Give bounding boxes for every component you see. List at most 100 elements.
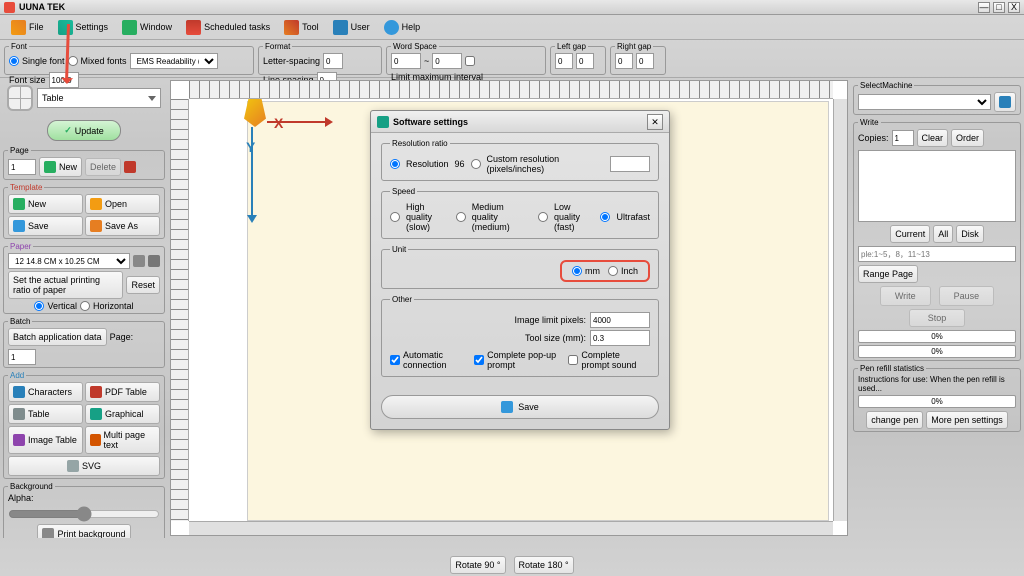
help-icon	[384, 20, 399, 35]
page-delete-button[interactable]: Delete	[85, 158, 121, 176]
high-quality-radio[interactable]	[390, 212, 400, 222]
close-button[interactable]: X	[1008, 2, 1020, 13]
tool-size-input[interactable]	[590, 330, 650, 346]
font-group: Font Single font Mixed fonts EMS Readabi…	[4, 42, 254, 75]
add-image-button[interactable]: Image Table	[8, 426, 83, 454]
custom-resolution-radio[interactable]	[471, 159, 481, 169]
update-button[interactable]: ✓Update	[47, 120, 121, 141]
single-font-radio[interactable]	[9, 56, 19, 66]
maximize-button[interactable]: □	[993, 2, 1005, 13]
template-open-button[interactable]: Open	[85, 194, 160, 214]
clear-button[interactable]: Clear	[917, 129, 949, 147]
print-background-button[interactable]: Print background	[37, 524, 130, 538]
rightgap-b-input[interactable]	[636, 53, 654, 69]
vertical-scrollbar[interactable]	[833, 99, 847, 521]
trash-icon[interactable]	[148, 255, 160, 267]
new-icon	[13, 198, 25, 210]
rotate-180-button[interactable]: Rotate 180 °	[514, 556, 574, 574]
image-limit-input[interactable]	[590, 312, 650, 328]
set-ratio-button[interactable]: Set the actual printing ratio of paper	[8, 271, 123, 299]
machine-settings-button[interactable]	[994, 92, 1016, 112]
page-new-button[interactable]: New	[39, 157, 82, 177]
template-save-button[interactable]: Save	[8, 216, 83, 236]
current-button[interactable]: Current	[890, 225, 930, 243]
change-pen-button[interactable]: change pen	[866, 411, 923, 429]
menu-scheduled[interactable]: Scheduled tasks	[181, 18, 275, 37]
template-saveas-button[interactable]: Save As	[85, 216, 160, 236]
add-multipage-button[interactable]: Multi page text	[85, 426, 160, 454]
rightgap-a-input[interactable]	[615, 53, 633, 69]
dialog-titlebar[interactable]: Software settings ✕	[371, 111, 669, 133]
batch-page-input[interactable]	[8, 349, 36, 365]
limit-max-interval-check[interactable]	[465, 56, 475, 66]
wordspace-max-input[interactable]	[432, 53, 462, 69]
menu-settings[interactable]: Settings	[53, 18, 114, 37]
menu-help[interactable]: Help	[379, 18, 426, 37]
all-button[interactable]: All	[933, 225, 953, 243]
minimize-button[interactable]: —	[978, 2, 990, 13]
range-input[interactable]	[858, 246, 1016, 262]
add-pdf-button[interactable]: PDF Table	[85, 382, 160, 402]
vertical-ruler[interactable]	[171, 99, 189, 521]
options-band: Font Single font Mixed fonts EMS Readabi…	[0, 40, 1024, 78]
ultrafast-radio[interactable]	[600, 212, 610, 222]
gear-icon[interactable]	[133, 255, 145, 267]
horizontal-scrollbar[interactable]	[189, 521, 833, 535]
range-page-button[interactable]: Range Page	[858, 265, 918, 283]
letter-spacing-input[interactable]	[323, 53, 343, 69]
file-icon	[11, 20, 26, 35]
write-button[interactable]: Write	[880, 286, 931, 306]
font-family-select[interactable]: EMS Readability (20…	[130, 53, 218, 69]
mixed-font-radio[interactable]	[68, 56, 78, 66]
alpha-slider[interactable]	[8, 506, 160, 522]
order-button[interactable]: Order	[951, 129, 984, 147]
custom-resolution-input[interactable]	[610, 156, 650, 172]
paper-size-select[interactable]: 12 14.8 CM x 10.25 CM	[8, 253, 130, 269]
print-icon	[42, 528, 54, 538]
menu-file[interactable]: File	[6, 18, 49, 37]
gear-icon	[999, 96, 1011, 108]
inch-radio[interactable]	[608, 266, 618, 276]
dialog-close-button[interactable]: ✕	[647, 114, 663, 130]
leftgap-b-input[interactable]	[576, 53, 594, 69]
reset-button[interactable]: Reset	[126, 276, 160, 294]
page-number-input[interactable]	[8, 159, 36, 175]
disk-button[interactable]: Disk	[956, 225, 984, 243]
rotate-90-button[interactable]: Rotate 90 °	[450, 556, 505, 574]
more-pen-settings-button[interactable]: More pen settings	[926, 411, 1008, 429]
add-svg-button[interactable]: SVG	[8, 456, 160, 476]
wordspace-min-input[interactable]	[391, 53, 421, 69]
machine-select[interactable]	[858, 94, 991, 110]
medium-quality-radio[interactable]	[456, 212, 466, 222]
batch-app-button[interactable]: Batch application data	[8, 328, 107, 346]
copy-icon[interactable]	[124, 161, 136, 173]
user-icon	[333, 20, 348, 35]
auto-connection-check[interactable]	[390, 355, 400, 365]
schedule-icon	[186, 20, 201, 35]
menu-tool[interactable]: Tool	[279, 18, 324, 37]
mm-radio[interactable]	[572, 266, 582, 276]
template-new-button[interactable]: New	[8, 194, 83, 214]
prompt-sound-check[interactable]	[568, 355, 578, 365]
add-graphical-button[interactable]: Graphical	[85, 404, 160, 424]
vertical-radio[interactable]	[34, 301, 44, 311]
stop-button[interactable]: Stop	[909, 309, 966, 327]
horizontal-radio[interactable]	[80, 301, 90, 311]
table-select[interactable]: Table	[37, 88, 161, 108]
add-table-button[interactable]: Table	[8, 404, 83, 424]
menu-window[interactable]: Window	[117, 18, 177, 37]
table-shape-icon[interactable]	[7, 85, 33, 111]
pause-button[interactable]: Pause	[939, 286, 995, 306]
resolution-radio[interactable]	[390, 159, 400, 169]
copies-input[interactable]	[892, 130, 914, 146]
menu-user[interactable]: User	[328, 18, 375, 37]
table-icon	[13, 408, 25, 420]
leftgap-group: Left gap	[550, 42, 606, 75]
add-characters-button[interactable]: Characters	[8, 382, 83, 402]
dialog-save-button[interactable]: Save	[381, 395, 659, 419]
low-quality-radio[interactable]	[538, 212, 548, 222]
horizontal-ruler[interactable]	[189, 81, 833, 99]
leftgap-a-input[interactable]	[555, 53, 573, 69]
popup-prompt-check[interactable]	[474, 355, 484, 365]
write-list[interactable]	[858, 150, 1016, 222]
